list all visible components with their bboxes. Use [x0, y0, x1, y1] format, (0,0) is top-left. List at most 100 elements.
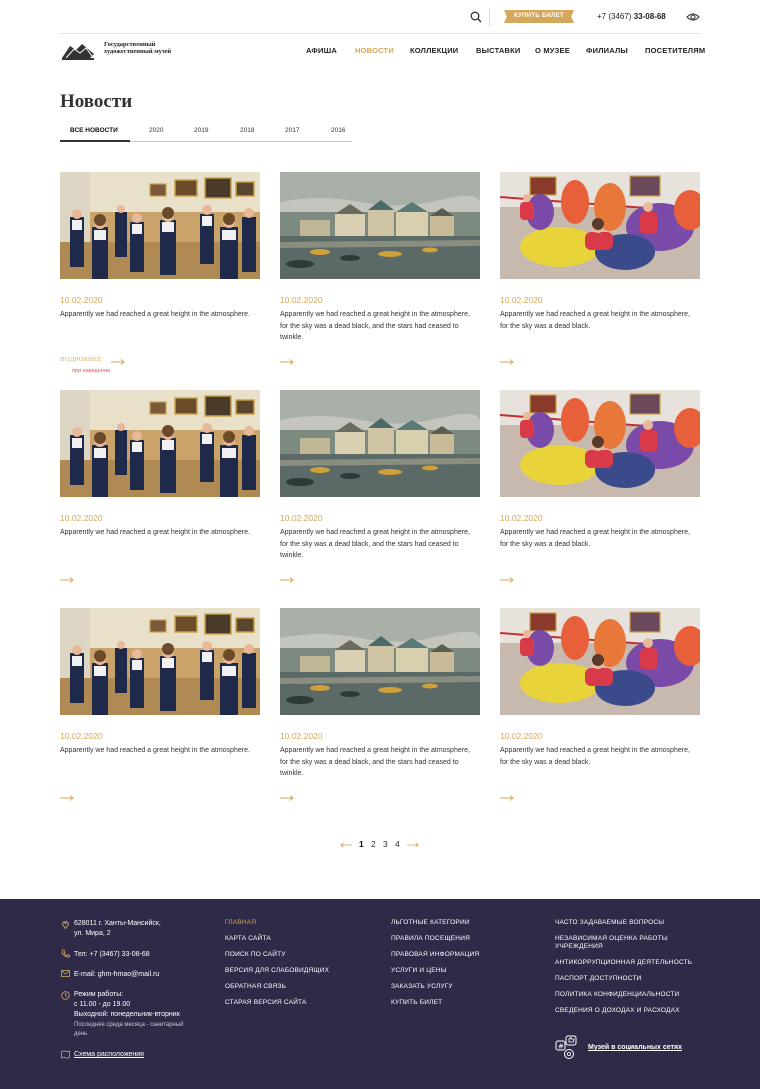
footer-sanitary-day: день [74, 1031, 88, 1037]
footer-phone[interactable]: Тел: +7 (3467) 33-08-68 [74, 950, 150, 960]
news-text[interactable]: Apparently we had reached a great height… [500, 527, 700, 550]
footer-link-rules[interactable]: ПРАВИЛА ПОСЕЩЕНИЯ [391, 935, 470, 944]
social-networks-link[interactable]: Музей в социальных сетях [588, 1043, 682, 1053]
footer-link-old-site[interactable]: СТАРАЯ ВЕРСИЯ САЙТА [225, 999, 307, 1008]
arrow-right-icon[interactable] [407, 842, 419, 848]
news-text[interactable]: Apparently we had reached a great height… [60, 309, 260, 321]
nav-item-branches[interactable]: ФИЛИАЛЫ [586, 46, 628, 55]
nav-item-afisha[interactable]: АФИША [306, 46, 337, 55]
page-link[interactable]: 3 [383, 839, 388, 849]
news-date: 10.02.2020 [500, 731, 543, 741]
news-image[interactable] [280, 172, 480, 279]
news-text[interactable]: Apparently we had reached a great height… [60, 745, 260, 757]
news-date: 10.02.2020 [60, 513, 103, 523]
footer-hours: с 11.00 - до 19.00 [74, 1001, 131, 1008]
footer-link-privacy[interactable]: ПОЛИТИКА КОНФИДЕНЦИАЛЬНОСТИ [555, 991, 679, 1000]
news-card[interactable]: 10.02.2020 Apparently we had reached a g… [500, 390, 700, 600]
news-card[interactable]: 10.02.2020 Apparently we had reached a g… [280, 390, 480, 600]
news-date: 10.02.2020 [60, 731, 103, 741]
news-image[interactable] [500, 390, 700, 497]
news-date: 10.02.2020 [60, 295, 103, 305]
footer-link-home[interactable]: ГЛАВНАЯ [225, 919, 256, 928]
news-image[interactable] [60, 172, 260, 279]
news-text[interactable]: Apparently we had reached a great height… [500, 745, 700, 768]
news-date: 10.02.2020 [500, 513, 543, 523]
footer-link-feedback[interactable]: ОБРАТНАЯ СВЯЗЬ [225, 983, 286, 992]
tab-2017[interactable]: 2017 [285, 127, 299, 134]
footer-link-faq[interactable]: ЧАСТО ЗАДАВАЕМЫЕ ВОПРОСЫ [555, 919, 664, 928]
page-link[interactable]: 2 [371, 839, 376, 849]
arrow-right-icon[interactable] [280, 577, 294, 583]
page-link[interactable]: 4 [395, 839, 400, 849]
news-date: 10.02.2020 [500, 295, 543, 305]
phone-icon [61, 949, 70, 958]
logo-text: Государственный художественный музей [104, 41, 172, 55]
footer-link-services[interactable]: УСЛУГИ И ЦЕНЫ [391, 967, 447, 976]
footer-address: ул. Мира, 2 [74, 930, 111, 937]
news-image[interactable] [60, 390, 260, 497]
arrow-right-icon[interactable] [111, 359, 125, 365]
tab-2020[interactable]: 2020 [149, 127, 163, 134]
news-image[interactable] [280, 390, 480, 497]
footer-link-order-service[interactable]: ЗАКАЗАТЬ УСЛУГУ [391, 983, 453, 992]
arrow-right-icon[interactable] [500, 795, 514, 801]
footer-link-sitemap[interactable]: КАРТА САЙТА [225, 935, 271, 944]
arrow-right-icon[interactable] [280, 795, 294, 801]
nav-item-visitors[interactable]: ПОСЕТИТЕЛЯМ [645, 46, 705, 55]
nav-item-collections[interactable]: КОЛЛЕКЦИИ [410, 46, 458, 55]
tab-2016[interactable]: 2016 [331, 127, 345, 134]
footer-link-accessibility-passport[interactable]: ПАСПОРТ ДОСТУПНОСТИ [555, 975, 642, 984]
footer-link-independent-rating[interactable]: УЧРЕЖДЕНИЯ [555, 943, 603, 952]
clock-icon [61, 991, 70, 1000]
news-image[interactable] [500, 172, 700, 279]
svg-text:#: # [558, 1043, 564, 1051]
footer: 628011 г. Ханты-Мансийск, ул. Мира, 2 Те… [0, 899, 760, 1089]
news-text[interactable]: Apparently we had reached a great height… [60, 527, 260, 539]
news-card[interactable]: 10.02.2020 Apparently we had reached a g… [500, 608, 700, 818]
arrow-right-icon[interactable] [500, 359, 514, 365]
museum-logo[interactable]: Государственный художественный музей [60, 40, 220, 64]
footer-link-buy-ticket[interactable]: КУПИТЬ БИЛЕТ [391, 999, 442, 1008]
social-networks-icon[interactable]: # [555, 1035, 579, 1059]
read-more-link[interactable]: ПОДРОБНЕЕ [60, 356, 102, 363]
footer-link-benefits[interactable]: ЛЬГОТНЫЕ КАТЕГОРИИ [391, 919, 470, 928]
news-date: 10.02.2020 [280, 295, 323, 305]
eye-icon[interactable] [686, 12, 700, 22]
search-icon[interactable] [470, 11, 482, 23]
nav-item-news[interactable]: НОВОСТИ [355, 46, 394, 55]
map-link[interactable]: Схема расположения [74, 1050, 144, 1060]
tab-2019[interactable]: 2019 [194, 127, 208, 134]
news-card[interactable]: 10.02.2020 Apparently we had reached a g… [280, 608, 480, 818]
footer-link-income[interactable]: СВЕДЕНИЯ О ДОХОДАХ И РАСХОДАХ [555, 1007, 680, 1016]
tab-2018[interactable]: 2018 [240, 127, 254, 134]
footer-link-legal[interactable]: ПРАВОВАЯ ИНФОРМАЦИЯ [391, 951, 479, 960]
news-card[interactable]: 10.02.2020 Apparently we had reached a g… [60, 172, 260, 382]
buy-ticket-button[interactable]: КУПИТЬ БИЛЕТ [504, 10, 574, 23]
news-card[interactable]: 10.02.2020 Apparently we had reached a g… [60, 390, 260, 600]
page-link[interactable]: 1 [359, 839, 364, 849]
news-card[interactable]: 10.02.2020 Apparently we had reached a g… [280, 172, 480, 382]
news-text[interactable]: Apparently we had reached a great height… [280, 745, 480, 780]
footer-link-accessible-version[interactable]: ВЕРСИЯ ДЛЯ СЛАБОВИДЯЩИХ [225, 967, 329, 976]
news-text[interactable]: Apparently we had reached a great height… [280, 309, 480, 344]
tab-all-news[interactable]: ВСЕ НОВОСТИ [70, 127, 118, 134]
news-text[interactable]: Apparently we had reached a great height… [500, 309, 700, 332]
arrow-left-icon[interactable] [340, 842, 352, 848]
news-image[interactable] [60, 608, 260, 715]
header-phone[interactable]: +7 (3467) 33-08-68 [597, 12, 666, 21]
arrow-right-icon[interactable] [500, 577, 514, 583]
nav-item-exhibitions[interactable]: ВЫСТАВКИ [476, 46, 521, 55]
news-text[interactable]: Apparently we had reached a great height… [280, 527, 480, 562]
footer-email[interactable]: E-mail: ghm-hmao@mail.ru [74, 970, 159, 980]
news-image[interactable] [500, 608, 700, 715]
arrow-right-icon[interactable] [280, 359, 294, 365]
nav-item-about[interactable]: О МУЗЕЕ [535, 46, 570, 55]
footer-link-anticorruption[interactable]: АНТИКОРРУПЦИОННАЯ ДЕЯТЕЛЬНОСТЬ [555, 959, 692, 968]
news-card[interactable]: 10.02.2020 Apparently we had reached a g… [60, 608, 260, 818]
arrow-right-icon[interactable] [60, 577, 74, 583]
arrow-right-icon[interactable] [60, 795, 74, 801]
news-card[interactable]: 10.02.2020 Apparently we had reached a g… [500, 172, 700, 382]
news-date: 10.02.2020 [280, 731, 323, 741]
footer-link-search[interactable]: ПОИСК ПО САЙТУ [225, 951, 286, 960]
news-image[interactable] [280, 608, 480, 715]
